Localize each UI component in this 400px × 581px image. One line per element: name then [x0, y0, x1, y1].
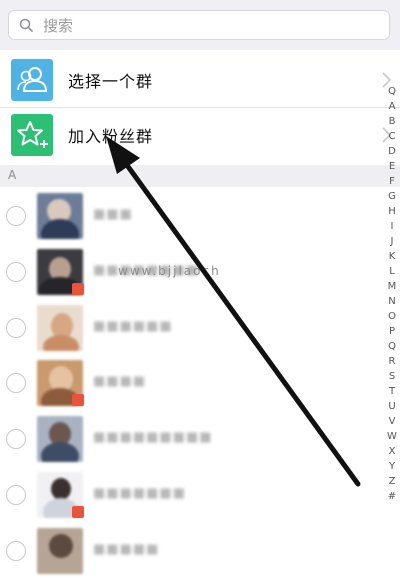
search-icon: [19, 18, 33, 32]
index-letter[interactable]: A: [384, 101, 400, 112]
index-letter[interactable]: O: [384, 311, 400, 322]
avatar: [37, 305, 83, 351]
index-letter[interactable]: G: [384, 191, 400, 202]
contact-row[interactable]: ■■■■■■■■■: [0, 412, 380, 469]
index-letter[interactable]: E: [384, 161, 400, 172]
index-letter[interactable]: X: [384, 446, 400, 457]
contact-row[interactable]: ■■■: [0, 189, 380, 246]
select-radio[interactable]: [6, 541, 26, 561]
index-letter[interactable]: V: [384, 416, 400, 427]
section-letter: A: [8, 168, 17, 182]
index-letter[interactable]: Q: [384, 341, 400, 352]
badge: [72, 283, 84, 295]
search-input[interactable]: [41, 14, 375, 38]
search-bar: [0, 0, 400, 50]
index-letter[interactable]: W: [384, 431, 400, 442]
badge: [72, 506, 84, 518]
index-letter[interactable]: D: [384, 146, 400, 157]
contact-name: ■■■■■■■: [93, 486, 186, 501]
index-letter[interactable]: F: [384, 176, 400, 187]
index-letter[interactable]: S: [384, 371, 400, 382]
index-letter[interactable]: K: [384, 251, 400, 262]
index-letter[interactable]: P: [384, 326, 400, 337]
index-letter[interactable]: U: [384, 401, 400, 412]
index-letter[interactable]: Q: [384, 86, 400, 97]
avatar: [37, 416, 83, 462]
index-letter[interactable]: N: [384, 296, 400, 307]
index-letter[interactable]: R: [384, 356, 400, 367]
select-radio[interactable]: [6, 485, 26, 505]
section-header: A: [0, 165, 400, 187]
avatar: [37, 528, 83, 574]
select-radio[interactable]: [6, 206, 26, 226]
contact-row[interactable]: ■■■■: [0, 356, 380, 413]
search-box[interactable]: [8, 10, 390, 40]
contact-name: ■■■: [93, 207, 133, 222]
contact-name: ■■■■■■: [93, 319, 173, 334]
group-icon: [11, 59, 53, 101]
contact-row[interactable]: ■■■■■: [0, 524, 380, 581]
index-letter[interactable]: Y: [384, 461, 400, 472]
index-letter[interactable]: B: [384, 116, 400, 127]
index-letter[interactable]: Z: [384, 476, 400, 487]
index-letter[interactable]: H: [384, 206, 400, 217]
select-radio[interactable]: [6, 429, 26, 449]
index-letter[interactable]: L: [384, 266, 400, 277]
contact-name: ■■■■■■■■■: [93, 430, 213, 445]
contact-row[interactable]: ■■■■■■: [0, 301, 380, 358]
contact-row[interactable]: ■■■■■■■: [0, 468, 380, 525]
index-letter[interactable]: J: [384, 236, 400, 247]
watermark: www.bjjlaoch: [118, 264, 221, 278]
index-letter[interactable]: M: [384, 281, 400, 292]
badge: [72, 394, 84, 406]
join-fan-group-label: 加入粉丝群: [68, 127, 154, 146]
index-letter[interactable]: C: [384, 131, 400, 142]
star-plus-icon: [11, 114, 53, 156]
avatar: [37, 193, 83, 239]
index-letter[interactable]: T: [384, 386, 400, 397]
select-radio[interactable]: [6, 262, 26, 282]
select-group-label: 选择一个群: [68, 72, 154, 91]
select-radio[interactable]: [6, 318, 26, 338]
index-letter[interactable]: #: [384, 491, 400, 502]
select-radio[interactable]: [6, 373, 26, 393]
contact-name: ■■■■: [93, 374, 147, 389]
contact-name: ■■■■■: [93, 542, 160, 557]
join-fan-group-row[interactable]: 加入粉丝群: [0, 108, 400, 162]
select-group-row[interactable]: 选择一个群: [0, 53, 400, 107]
index-letter[interactable]: I: [384, 221, 400, 232]
